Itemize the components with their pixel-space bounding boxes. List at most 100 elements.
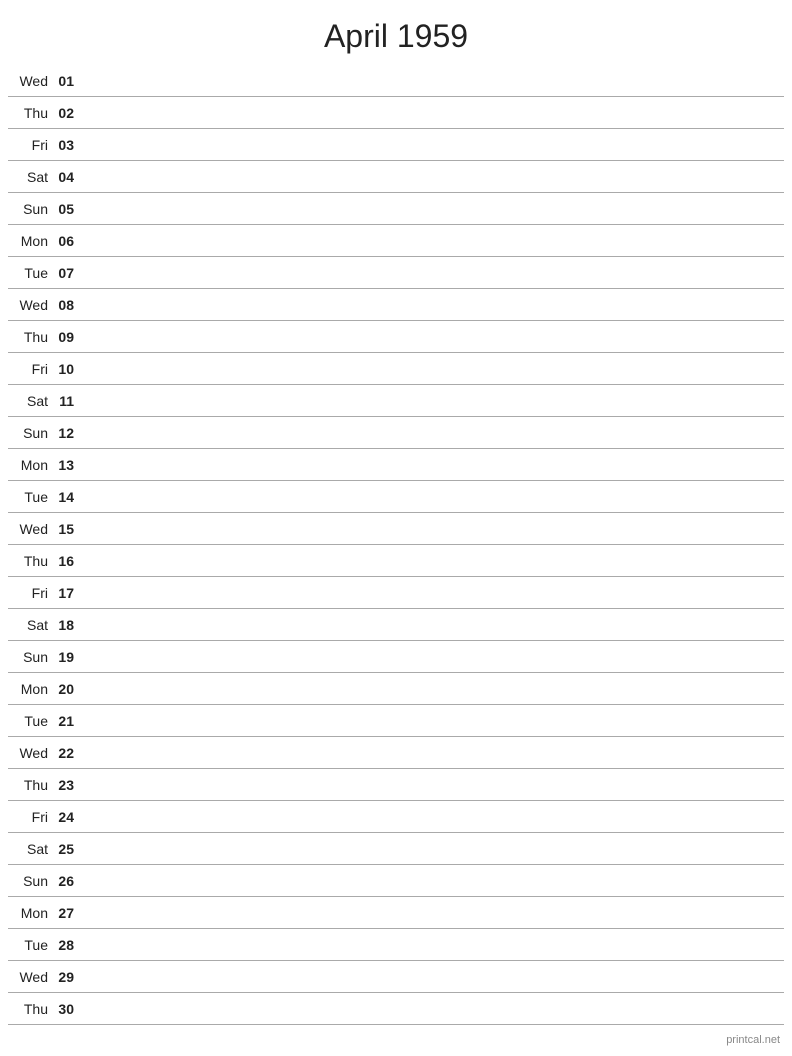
day-number: 15 <box>54 521 82 537</box>
day-row: Tue14 <box>8 481 784 513</box>
day-line <box>82 880 780 881</box>
day-line <box>82 496 780 497</box>
day-number: 02 <box>54 105 82 121</box>
day-number: 16 <box>54 553 82 569</box>
day-row: Wed01 <box>8 65 784 97</box>
day-name: Sat <box>12 617 54 633</box>
day-row: Mon13 <box>8 449 784 481</box>
day-row: Fri17 <box>8 577 784 609</box>
day-name: Sat <box>12 393 54 409</box>
day-row: Thu30 <box>8 993 784 1025</box>
day-number: 06 <box>54 233 82 249</box>
day-number: 17 <box>54 585 82 601</box>
day-row: Mon27 <box>8 897 784 929</box>
day-name: Thu <box>12 105 54 121</box>
day-number: 08 <box>54 297 82 313</box>
day-number: 04 <box>54 169 82 185</box>
day-number: 24 <box>54 809 82 825</box>
day-number: 30 <box>54 1001 82 1017</box>
day-line <box>82 560 780 561</box>
day-line <box>82 432 780 433</box>
day-name: Fri <box>12 809 54 825</box>
day-number: 27 <box>54 905 82 921</box>
day-number: 21 <box>54 713 82 729</box>
day-number: 12 <box>54 425 82 441</box>
page-title: April 1959 <box>0 0 792 65</box>
day-name: Sun <box>12 201 54 217</box>
day-name: Fri <box>12 361 54 377</box>
day-number: 14 <box>54 489 82 505</box>
day-number: 25 <box>54 841 82 857</box>
day-line <box>82 752 780 753</box>
day-row: Tue21 <box>8 705 784 737</box>
day-name: Thu <box>12 777 54 793</box>
day-number: 28 <box>54 937 82 953</box>
day-row: Sat04 <box>8 161 784 193</box>
day-row: Sun12 <box>8 417 784 449</box>
day-line <box>82 464 780 465</box>
day-name: Tue <box>12 489 54 505</box>
day-name: Sat <box>12 841 54 857</box>
day-line <box>82 976 780 977</box>
day-name: Wed <box>12 969 54 985</box>
day-number: 18 <box>54 617 82 633</box>
day-number: 09 <box>54 329 82 345</box>
day-number: 01 <box>54 73 82 89</box>
day-name: Mon <box>12 681 54 697</box>
day-number: 23 <box>54 777 82 793</box>
calendar-grid: Wed01Thu02Fri03Sat04Sun05Mon06Tue07Wed08… <box>0 65 792 1025</box>
day-row: Fri03 <box>8 129 784 161</box>
day-row: Fri24 <box>8 801 784 833</box>
day-line <box>82 336 780 337</box>
day-line <box>82 112 780 113</box>
day-line <box>82 80 780 81</box>
day-name: Fri <box>12 137 54 153</box>
day-row: Wed22 <box>8 737 784 769</box>
day-row: Sat25 <box>8 833 784 865</box>
day-row: Sun05 <box>8 193 784 225</box>
day-line <box>82 176 780 177</box>
day-name: Thu <box>12 329 54 345</box>
day-row: Thu16 <box>8 545 784 577</box>
day-line <box>82 304 780 305</box>
day-number: 20 <box>54 681 82 697</box>
day-row: Thu02 <box>8 97 784 129</box>
day-number: 29 <box>54 969 82 985</box>
day-row: Mon06 <box>8 225 784 257</box>
day-line <box>82 720 780 721</box>
day-name: Tue <box>12 265 54 281</box>
day-row: Thu23 <box>8 769 784 801</box>
day-number: 19 <box>54 649 82 665</box>
day-row: Tue28 <box>8 929 784 961</box>
day-line <box>82 528 780 529</box>
day-number: 11 <box>54 393 82 409</box>
day-row: Sun19 <box>8 641 784 673</box>
day-name: Sun <box>12 649 54 665</box>
day-row: Mon20 <box>8 673 784 705</box>
day-number: 22 <box>54 745 82 761</box>
day-line <box>82 1008 780 1009</box>
day-number: 05 <box>54 201 82 217</box>
day-row: Sun26 <box>8 865 784 897</box>
day-row: Sat18 <box>8 609 784 641</box>
day-line <box>82 944 780 945</box>
day-name: Wed <box>12 745 54 761</box>
day-name: Tue <box>12 937 54 953</box>
day-name: Wed <box>12 297 54 313</box>
day-row: Thu09 <box>8 321 784 353</box>
day-number: 26 <box>54 873 82 889</box>
day-row: Wed15 <box>8 513 784 545</box>
day-number: 03 <box>54 137 82 153</box>
day-line <box>82 656 780 657</box>
day-name: Wed <box>12 521 54 537</box>
day-name: Fri <box>12 585 54 601</box>
day-line <box>82 912 780 913</box>
day-row: Wed08 <box>8 289 784 321</box>
day-name: Tue <box>12 713 54 729</box>
day-row: Wed29 <box>8 961 784 993</box>
day-line <box>82 592 780 593</box>
day-row: Fri10 <box>8 353 784 385</box>
footer-text: printcal.net <box>726 1034 780 1046</box>
day-row: Sat11 <box>8 385 784 417</box>
day-row: Tue07 <box>8 257 784 289</box>
